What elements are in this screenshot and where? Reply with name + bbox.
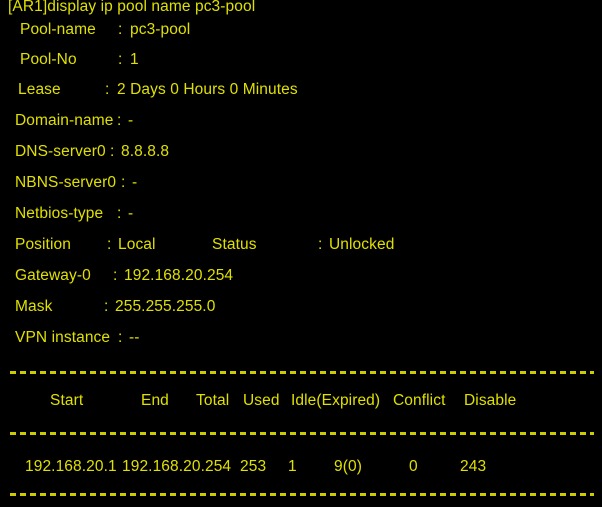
value-dns-server0: 8.8.8.8 — [121, 143, 170, 160]
value-domain-name: - — [128, 112, 134, 129]
pool-info-row-nbns-server0: NBNS-server0 : - — [0, 172, 602, 194]
label-domain-name: Domain-name — [15, 112, 114, 129]
label-status: Status — [212, 236, 257, 253]
value-pool-name: pc3-pool — [130, 21, 191, 38]
value-position: Local — [118, 236, 156, 253]
table-header-disable: Disable — [464, 392, 517, 409]
table-header-total: Total — [196, 392, 230, 409]
table-cell-conflict: 0 — [409, 458, 418, 475]
label-nbns-server0: NBNS-server0 — [15, 174, 117, 191]
value-mask: 255.255.255.0 — [115, 298, 216, 315]
colon-dns-server0: : — [110, 143, 115, 160]
colon-position: : — [107, 236, 112, 253]
colon-pool-name: : — [118, 21, 123, 38]
table-cell-total: 253 — [240, 458, 267, 475]
pool-info-row-dns-server0: DNS-server0 : 8.8.8.8 — [0, 141, 602, 163]
colon-vpn-instance: : — [118, 329, 123, 346]
table-cell-used: 1 — [288, 458, 297, 475]
label-vpn-instance: VPN instance — [15, 329, 111, 346]
label-position: Position — [15, 236, 71, 253]
table-separator-middle — [10, 432, 594, 435]
label-gateway-0: Gateway-0 — [15, 267, 91, 284]
colon-status: : — [318, 236, 323, 253]
colon-nbns-server0: : — [121, 174, 126, 191]
table-separator-top — [10, 371, 594, 374]
table-header-end: End — [141, 392, 169, 409]
value-nbns-server0: - — [132, 174, 138, 191]
label-pool-name: Pool-name — [20, 21, 96, 38]
pool-info-row-gateway-0: Gateway-0 : 192.168.20.254 — [0, 265, 602, 287]
label-mask: Mask — [15, 298, 53, 315]
command-prompt-line: [AR1]display ip pool name pc3-pool — [0, 0, 602, 18]
colon-lease: : — [105, 81, 110, 98]
colon-pool-no: : — [118, 51, 123, 68]
table-cell-idle-expired: 9(0) — [334, 458, 362, 475]
colon-domain-name: : — [117, 112, 122, 129]
terminal-output[interactable]: [AR1]display ip pool name pc3-pool Pool-… — [0, 0, 602, 507]
table-separator-bottom — [10, 493, 594, 496]
label-lease: Lease — [18, 81, 61, 98]
pool-info-row-domain-name: Domain-name : - — [0, 110, 602, 132]
pool-info-row-pool-name: Pool-name : pc3-pool — [0, 19, 602, 41]
value-status: Unlocked — [329, 236, 395, 253]
value-lease: 2 Days 0 Hours 0 Minutes — [117, 81, 298, 98]
table-header-used: Used — [243, 392, 280, 409]
table-header-row: Start End Total Used Idle(Expired) Confl… — [0, 390, 602, 412]
colon-mask: : — [104, 298, 109, 315]
label-dns-server0: DNS-server0 — [15, 143, 106, 160]
pool-info-row-netbios-type: Netbios-type : - — [0, 203, 602, 225]
value-vpn-instance: -- — [129, 329, 140, 346]
value-gateway-0: 192.168.20.254 — [124, 267, 234, 284]
table-header-start: Start — [50, 392, 84, 409]
value-netbios-type: - — [128, 205, 134, 222]
pool-info-row-lease: Lease : 2 Days 0 Hours 0 Minutes — [0, 79, 602, 101]
table-cell-disable: 243 — [460, 458, 487, 475]
table-header-idle-expired: Idle(Expired) — [291, 392, 381, 409]
pool-info-row-vpn-instance: VPN instance : -- — [0, 327, 602, 349]
pool-info-row-position-status: Position : Local Status : Unlocked — [0, 234, 602, 256]
pool-info-row-mask: Mask : 255.255.255.0 — [0, 296, 602, 318]
value-pool-no: 1 — [130, 51, 139, 68]
table-header-conflict: Conflict — [393, 392, 446, 409]
pool-info-row-pool-no: Pool-No : 1 — [0, 49, 602, 71]
colon-netbios-type: : — [117, 205, 122, 222]
table-row: 192.168.20.1 192.168.20.254 253 1 9(0) 0… — [0, 456, 602, 478]
command-text: [AR1]display ip pool name pc3-pool — [8, 0, 256, 15]
table-cell-start: 192.168.20.1 — [25, 458, 117, 475]
colon-gateway-0: : — [113, 267, 118, 284]
table-cell-end: 192.168.20.254 — [122, 458, 232, 475]
label-pool-no: Pool-No — [20, 51, 77, 68]
label-netbios-type: Netbios-type — [15, 205, 104, 222]
